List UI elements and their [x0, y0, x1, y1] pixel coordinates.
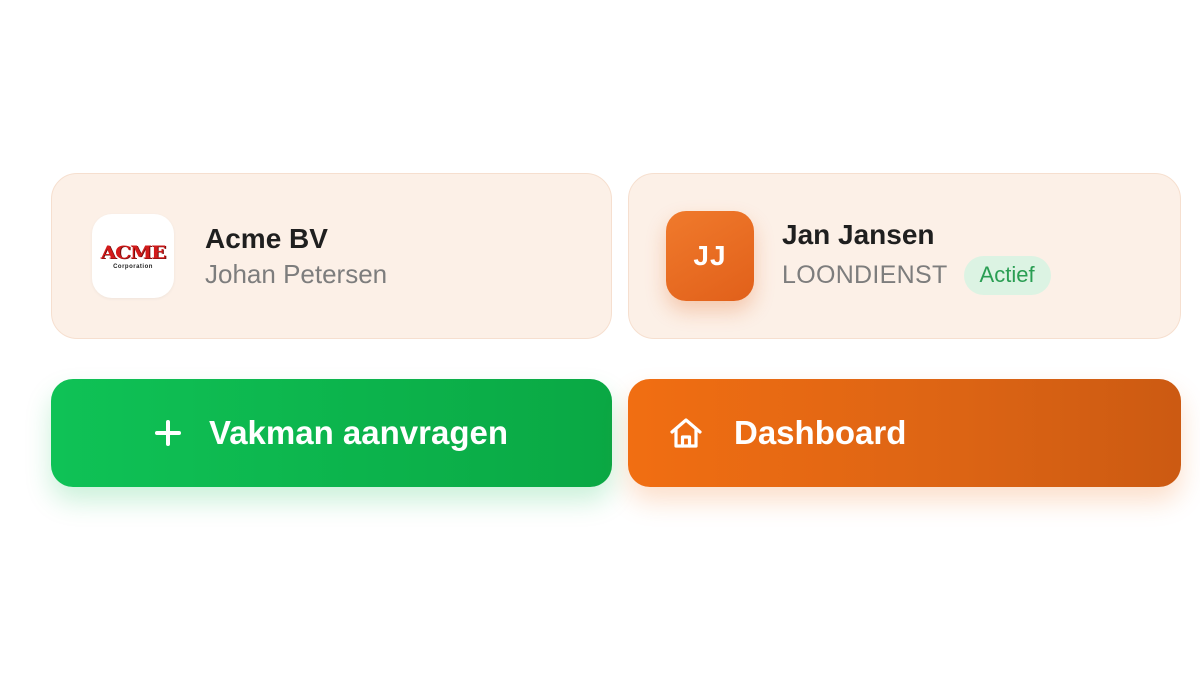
- company-card: ACME Corporation Acme BV Johan Petersen: [51, 173, 612, 339]
- company-info: Acme BV Johan Petersen: [205, 222, 387, 290]
- user-name: Jan Jansen: [782, 218, 935, 250]
- company-name: Acme BV: [205, 223, 328, 254]
- company-logo: ACME Corporation: [92, 214, 174, 298]
- avatar: JJ: [666, 211, 754, 301]
- plus-icon: [155, 420, 181, 446]
- logo-subtext: Corporation: [113, 263, 153, 270]
- company-contact: Johan Petersen: [205, 259, 388, 289]
- logo-text: ACME: [100, 240, 167, 263]
- request-craftsman-button[interactable]: Vakman aanvragen: [51, 379, 612, 487]
- home-icon: [670, 418, 702, 448]
- user-info: Jan Jansen LOONDIENST Actief: [782, 218, 1051, 295]
- status-badge: Actief: [963, 255, 1051, 295]
- dashboard-button[interactable]: Dashboard: [628, 379, 1181, 487]
- dashboard-label: Dashboard: [734, 414, 907, 451]
- user-role: LOONDIENST: [782, 260, 948, 289]
- user-meta: LOONDIENST Actief: [782, 255, 1051, 295]
- account-panel: ACME Corporation Acme BV Johan Petersen …: [0, 0, 1200, 686]
- request-craftsman-label: Vakman aanvragen: [209, 414, 508, 451]
- user-card: JJ Jan Jansen LOONDIENST Actief: [628, 173, 1181, 339]
